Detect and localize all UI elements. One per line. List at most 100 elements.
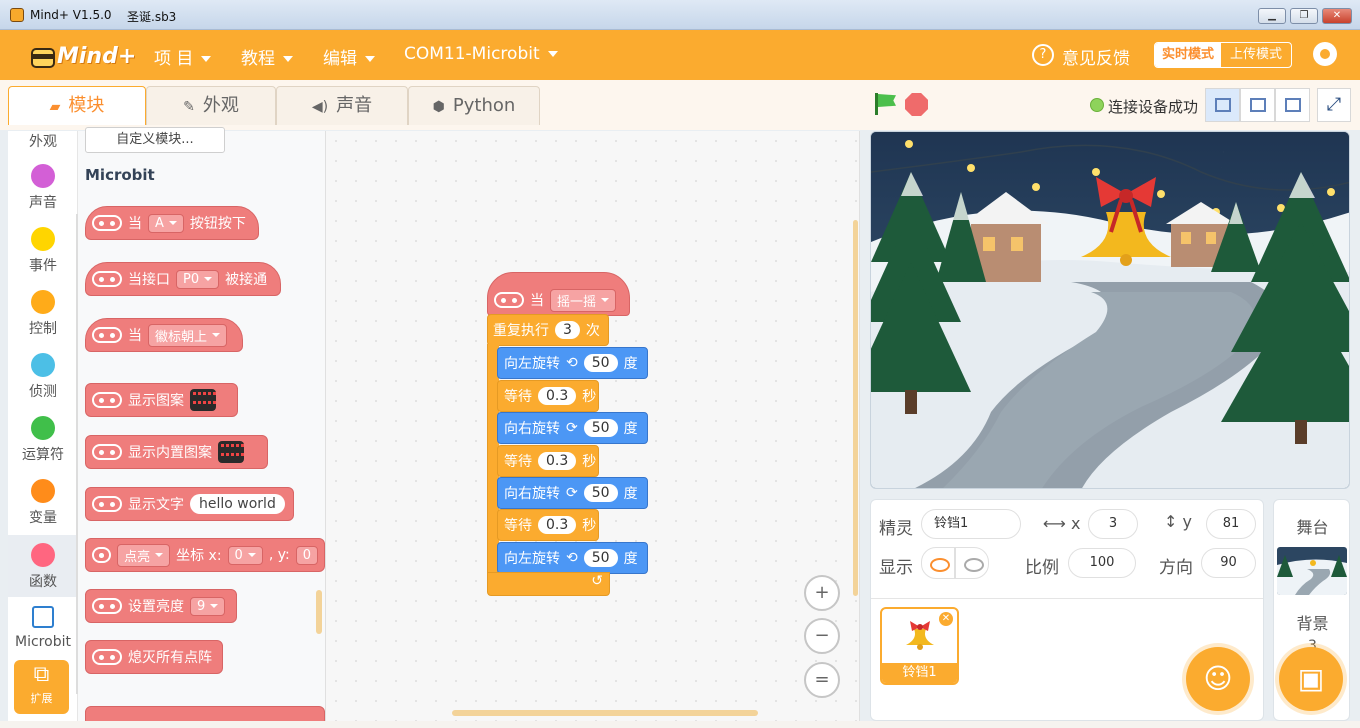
- repeat-block[interactable]: 重复执行 3 次: [487, 314, 609, 346]
- workspace-vertical-scrollbar[interactable]: [853, 220, 858, 596]
- when-button-pressed-block[interactable]: 当 A 按钮按下: [85, 206, 259, 240]
- hide-sprite-eye-icon[interactable]: [955, 547, 989, 579]
- plot-point-block[interactable]: 点亮 坐标 x: 0 , y: 0: [85, 538, 325, 572]
- palette-scrollbar[interactable]: [316, 590, 322, 634]
- menu-tutorial[interactable]: 教程: [241, 44, 293, 69]
- category-functions[interactable]: 函数: [8, 535, 78, 597]
- mode-toggle[interactable]: 实时模式 上传模式: [1154, 42, 1292, 68]
- show-builtin-pattern-block[interactable]: 显示内置图案: [85, 435, 268, 469]
- wait-block[interactable]: 等待 0.3 秒: [497, 509, 599, 541]
- upload-mode-button[interactable]: 上传模式: [1221, 43, 1291, 67]
- when-pin-connected-block[interactable]: 当接口 P0 被接通: [85, 262, 281, 296]
- chevron-down-icon: [365, 56, 375, 62]
- green-flag-icon[interactable]: [873, 93, 897, 117]
- category-sound[interactable]: 声音: [8, 164, 78, 212]
- stage-thumbnail[interactable]: [1277, 547, 1347, 595]
- delete-sprite-icon[interactable]: ✕: [939, 612, 953, 626]
- degrees-input[interactable]: 50: [583, 484, 618, 502]
- category-operators[interactable]: 运算符: [8, 416, 78, 464]
- wait-block[interactable]: 等待 0.3 秒: [497, 380, 599, 412]
- divider: [871, 598, 1263, 599]
- restore-button[interactable]: ❐: [1290, 8, 1318, 24]
- seconds-input[interactable]: 0.3: [538, 452, 577, 470]
- show-pattern-block[interactable]: 显示图案: [85, 383, 238, 417]
- when-gesture-block[interactable]: 当 徽标朝上: [85, 318, 243, 352]
- rotate-left-icon: ⟲: [566, 550, 578, 566]
- tab-sound[interactable]: ◀) 声音: [276, 86, 408, 125]
- gear-icon[interactable]: [1313, 42, 1337, 66]
- led-matrix-icon[interactable]: [190, 389, 216, 411]
- button-dropdown[interactable]: A: [148, 213, 184, 233]
- category-variables[interactable]: 变量: [8, 479, 78, 527]
- plot-mode-dropdown[interactable]: 点亮: [117, 543, 171, 567]
- size-input[interactable]: 100: [1068, 548, 1136, 578]
- gesture-dropdown[interactable]: 徽标朝上: [148, 323, 228, 347]
- zoom-in-icon[interactable]: +: [804, 575, 840, 611]
- degrees-input[interactable]: 50: [583, 549, 618, 567]
- y-dropdown[interactable]: 0: [295, 545, 318, 565]
- stop-icon[interactable]: [905, 93, 928, 116]
- palette-section-title: Microbit: [85, 166, 155, 184]
- turn-right-block[interactable]: 向右旋转 ⟳ 50 度: [497, 477, 648, 509]
- direction-input[interactable]: 90: [1201, 548, 1256, 578]
- wait-block[interactable]: 等待 0.3 秒: [497, 445, 599, 477]
- fullscreen-icon[interactable]: ⤢: [1317, 88, 1351, 122]
- menu-port[interactable]: COM11-Microbit: [404, 44, 558, 64]
- category-looks[interactable]: 外观: [8, 131, 78, 151]
- set-brightness-block[interactable]: 设置亮度 9: [85, 589, 237, 623]
- zoom-reset-icon[interactable]: =: [804, 662, 840, 698]
- sprite-name-input[interactable]: 铃铛1: [921, 509, 1021, 539]
- workspace-horizontal-scrollbar[interactable]: [452, 710, 758, 716]
- clear-display-block[interactable]: 熄灭所有点阵: [85, 640, 223, 674]
- close-button[interactable]: ✕: [1322, 8, 1352, 24]
- seconds-input[interactable]: 0.3: [538, 387, 577, 405]
- category-events[interactable]: 事件: [8, 227, 78, 275]
- pin-dropdown[interactable]: P0: [176, 269, 220, 289]
- normal-stage-layout-button[interactable]: [1240, 88, 1275, 122]
- text-input[interactable]: hello world: [190, 494, 285, 514]
- menu-edit[interactable]: 编辑: [323, 44, 375, 69]
- y-dropdown-value: 0: [302, 547, 311, 563]
- block-label: , y:: [268, 547, 290, 563]
- stage[interactable]: [870, 131, 1350, 489]
- show-text-block[interactable]: 显示文字 hello world: [85, 487, 294, 521]
- extension-button[interactable]: ⧉ 扩展: [14, 660, 69, 714]
- y-position-input[interactable]: 81: [1206, 509, 1256, 539]
- turn-right-block[interactable]: 向右旋转 ⟳ 50 度: [497, 412, 648, 444]
- zoom-out-icon[interactable]: −: [804, 618, 840, 654]
- tab-blocks[interactable]: ▰ 模块: [8, 86, 146, 125]
- feedback-link[interactable]: 意见反馈: [1062, 44, 1130, 69]
- hide-stage-layout-button[interactable]: [1275, 88, 1310, 122]
- category-sensing[interactable]: 侦测: [8, 353, 78, 401]
- make-block-button[interactable]: 自定义模块...: [85, 127, 225, 153]
- x-dropdown[interactable]: 0: [227, 545, 263, 565]
- turn-left-block[interactable]: 向左旋转 ⟲ 50 度: [497, 347, 648, 379]
- size-label: 比例: [1025, 558, 1059, 578]
- degrees-input[interactable]: 50: [583, 354, 618, 372]
- gesture-dropdown[interactable]: 摇一摇: [550, 288, 617, 312]
- category-microbit[interactable]: Microbit: [8, 606, 78, 650]
- seconds-input[interactable]: 0.3: [538, 516, 577, 534]
- realtime-mode-button[interactable]: 实时模式: [1155, 43, 1221, 67]
- x-position-input[interactable]: 3: [1088, 509, 1138, 539]
- add-backdrop-button[interactable]: ▣: [1279, 647, 1343, 711]
- speaker-icon: ◀): [311, 99, 329, 115]
- add-sprite-button[interactable]: ☺: [1186, 647, 1250, 711]
- microbit-icon: [92, 598, 122, 614]
- small-stage-layout-button[interactable]: [1205, 88, 1240, 122]
- minimize-button[interactable]: ▁: [1258, 8, 1286, 24]
- category-menu: 外观 声音 事件 控制 侦测 运算符 变量 函数 Microbit: [8, 131, 78, 721]
- turn-left-block[interactable]: 向左旋转 ⟲ 50 度: [497, 542, 648, 574]
- show-sprite-eye-icon[interactable]: [921, 547, 955, 579]
- category-control[interactable]: 控制: [8, 290, 78, 338]
- menu-edit-label: 编辑: [323, 49, 357, 69]
- degrees-input[interactable]: 50: [583, 419, 618, 437]
- tab-looks[interactable]: ✎ 外观: [146, 86, 276, 125]
- repeat-count-input[interactable]: 3: [555, 321, 580, 339]
- brightness-dropdown[interactable]: 9: [190, 596, 226, 616]
- tab-python[interactable]: ⬢ Python: [408, 86, 540, 125]
- menu-project[interactable]: 项 目: [154, 44, 212, 69]
- when-shake-hat-block[interactable]: 当 摇一摇: [487, 272, 630, 316]
- led-matrix-icon[interactable]: [218, 441, 244, 463]
- question-icon[interactable]: ?: [1032, 44, 1054, 66]
